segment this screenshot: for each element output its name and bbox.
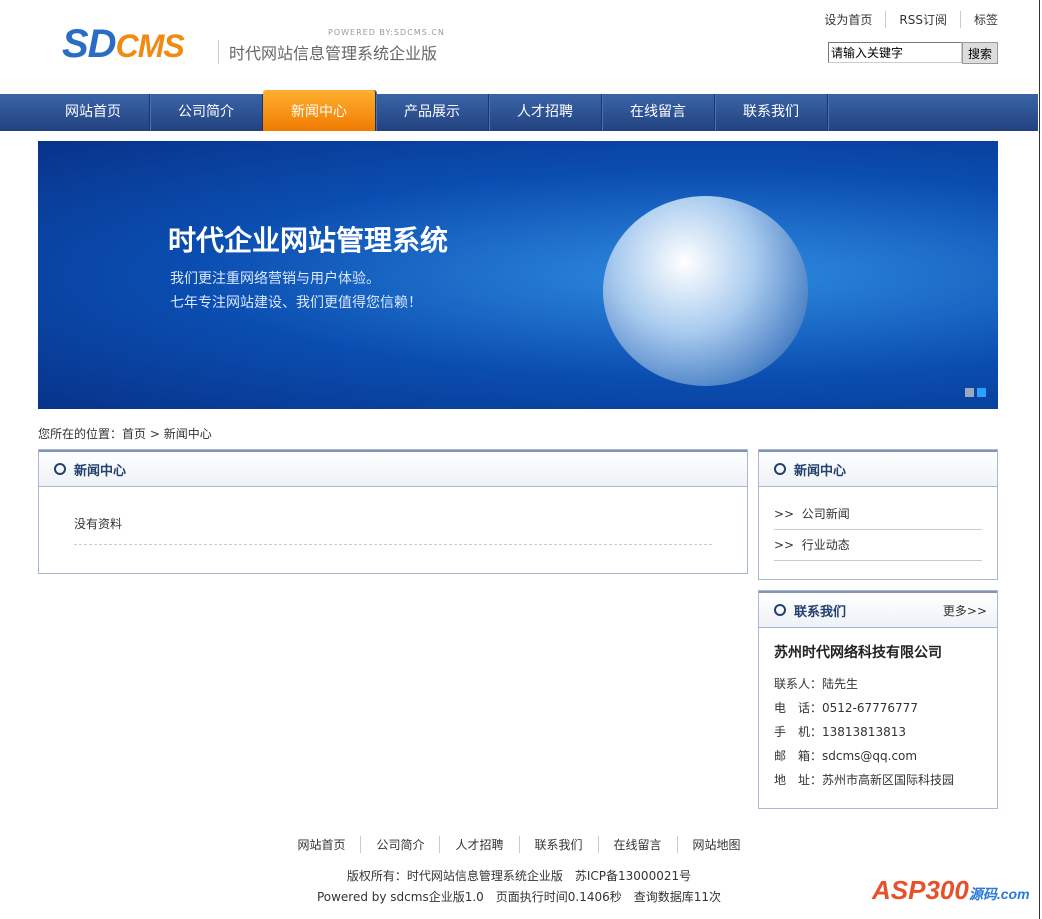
banner-line-1: 我们更注重网络营销与用户体验。 — [170, 271, 380, 287]
contact-email: 邮 箱：sdcms@qq.com — [774, 749, 918, 763]
footer-link[interactable]: 网站地图 — [676, 836, 756, 853]
slide-dots — [965, 388, 986, 397]
banner[interactable]: 时代企业网站管理系统 我们更注重网络营销与用户体验。 七年专注网站建设、我们更值… — [38, 141, 998, 409]
nav-about[interactable]: 公司简介 — [150, 94, 263, 131]
slide-dot-active[interactable] — [977, 388, 986, 397]
nav-jobs[interactable]: 人才招聘 — [489, 94, 602, 131]
more-link[interactable]: 更多>> — [943, 602, 987, 619]
logo[interactable]: SDCMS — [62, 22, 185, 67]
circle-icon — [774, 604, 786, 616]
breadcrumb-current: 新闻中心 — [163, 427, 212, 441]
side-link-company-news[interactable]: >> 公司新闻 — [774, 499, 982, 530]
nav-news[interactable]: 新闻中心 — [263, 90, 376, 131]
contact-mobile: 手 机：13813813813 — [774, 725, 906, 739]
set-homepage-link[interactable]: 设为首页 — [811, 11, 885, 28]
window-edge — [1039, 0, 1040, 919]
breadcrumb: 您所在的位置：首页 > 新闻中心 — [38, 425, 212, 442]
watermark-sub: 源码.com — [968, 886, 1030, 902]
main-nav: 网站首页 公司简介 新闻中心 产品展示 人才招聘 在线留言 联系我们 — [0, 90, 1038, 131]
contact-phone: 电 话：0512-67776777 — [774, 701, 918, 715]
footer-link[interactable]: 在线留言 — [597, 836, 677, 853]
breadcrumb-home[interactable]: 首页 — [122, 427, 146, 441]
slide-dot[interactable] — [965, 388, 974, 397]
site-slogan: 时代网站信息管理系统企业版 — [218, 40, 437, 64]
side-link-label: 公司新闻 — [801, 507, 850, 521]
banner-title: 时代企业网站管理系统 — [168, 224, 449, 257]
nav-contact[interactable]: 联系我们 — [715, 94, 828, 131]
circle-icon — [54, 463, 66, 475]
circle-icon — [774, 463, 786, 475]
news-side-panel: 新闻中心 >> 公司新闻 >> 行业动态 — [758, 449, 998, 580]
panel-title: 新闻中心 — [794, 463, 847, 479]
nav-products[interactable]: 产品展示 — [376, 94, 489, 131]
footer-link[interactable]: 人才招聘 — [439, 836, 518, 853]
breadcrumb-label: 您所在的位置： — [38, 427, 123, 441]
news-main-panel: 新闻中心 没有资料 — [38, 449, 748, 574]
search-input[interactable] — [828, 42, 962, 63]
footer-link[interactable]: 公司简介 — [360, 836, 439, 853]
watermark-text: ASP300 — [872, 875, 969, 905]
empty-message: 没有资料 — [74, 515, 712, 545]
logo-text-2: CMS — [115, 28, 185, 64]
search-button[interactable]: 搜索 — [962, 42, 998, 64]
logo-text: SD — [62, 22, 117, 66]
powered-tag: POWERED BY:SDCMS.CN — [328, 28, 445, 37]
banner-line-2: 七年专注网站建设、我们更值得您信赖！ — [170, 295, 422, 311]
contact-person: 联系人：陆先生 — [774, 677, 859, 691]
footer-link[interactable]: 联系我们 — [518, 836, 598, 853]
side-link-industry-news[interactable]: >> 行业动态 — [774, 530, 982, 561]
panel-title: 联系我们 — [794, 604, 847, 620]
contact-panel: 联系我们 更多>> 苏州时代网络科技有限公司 联系人：陆先生 电 话：0512-6… — [758, 590, 998, 809]
rss-link[interactable]: RSS订阅 — [885, 11, 960, 28]
nav-home[interactable]: 网站首页 — [37, 94, 150, 131]
footer-link[interactable]: 网站首页 — [282, 836, 360, 853]
top-links: 设为首页 RSS订阅 标签 — [811, 11, 998, 28]
tags-link[interactable]: 标签 — [959, 11, 998, 28]
nav-guestbook[interactable]: 在线留言 — [602, 94, 715, 131]
breadcrumb-separator: > — [149, 427, 160, 441]
company-name: 苏州时代网络科技有限公司 — [774, 645, 942, 661]
contact-address: 地 址：苏州市高新区国际科技园 — [774, 773, 955, 787]
globe-image — [603, 196, 808, 386]
panel-title: 新闻中心 — [74, 463, 127, 479]
side-link-label: 行业动态 — [801, 538, 850, 552]
search-form: 搜索 — [828, 42, 998, 64]
asp300-watermark: ASP300源码.com — [872, 875, 1030, 906]
